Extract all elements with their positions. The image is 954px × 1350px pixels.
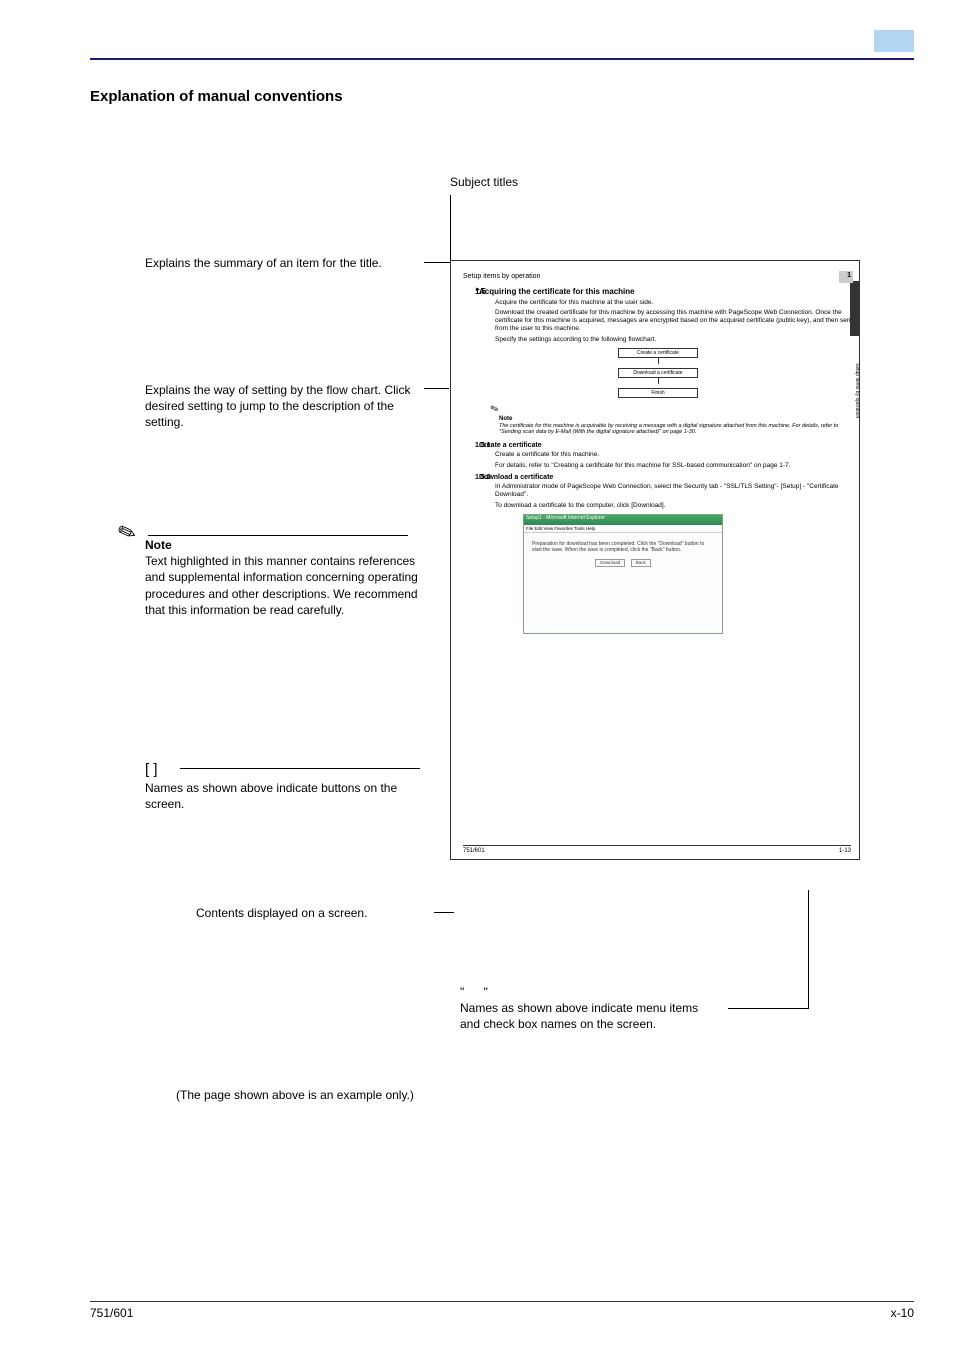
callout-note-block: Note Text highlighted in this manner con… bbox=[145, 525, 425, 618]
sample-note-label: Note bbox=[499, 416, 853, 423]
sample-sub2-body1: In Administrator mode of PageScope Web C… bbox=[495, 483, 853, 499]
sample-page: Setup items by operation Setup items by … bbox=[450, 260, 860, 860]
note-body: Text highlighted in this manner contains… bbox=[145, 553, 425, 618]
page-footer-left: 751/601 bbox=[90, 1306, 133, 1320]
screenshot-titlebar: Setup1 - Microsoft Internet Explorer bbox=[524, 515, 722, 525]
sample-intro-2: Download the created certificate for thi… bbox=[495, 309, 853, 332]
page-footer: 751/601 x-10 bbox=[90, 1301, 914, 1320]
sample-sub1-body1: Create a certificate for this machine. bbox=[495, 451, 853, 459]
sample-sub2-num: 1.5.2 bbox=[475, 474, 491, 482]
sample-intro-3: Specify the settings according to the fo… bbox=[495, 336, 853, 344]
sample-footer-right: 1-13 bbox=[839, 848, 851, 855]
top-divider bbox=[90, 58, 914, 60]
callout-contents-block: Contents displayed on a screen. bbox=[196, 905, 476, 921]
pencil-icon: ✎ bbox=[114, 518, 140, 549]
callout-line-names-v bbox=[808, 890, 809, 1009]
callout-subject-titles: Subject titles bbox=[450, 175, 518, 189]
callout-explains-flow: Explains the way of setting by the flow … bbox=[145, 382, 425, 431]
flow-step-3: Finish bbox=[618, 388, 698, 398]
quotes-symbol: " " bbox=[460, 985, 496, 999]
sample-sub1-title: Create a certificate bbox=[479, 442, 853, 450]
callout-line-brackets bbox=[180, 768, 420, 769]
flow-step-2: Download a certificate bbox=[618, 368, 698, 378]
flow-line-1 bbox=[658, 358, 659, 364]
sample-intro-1: Acquire the certificate for this machine… bbox=[495, 299, 853, 307]
callout-line-names-h bbox=[728, 1008, 808, 1009]
flow-step-1: Create a certificate bbox=[618, 348, 698, 358]
pencil-icon-mini: ✎ bbox=[489, 403, 501, 417]
back-button[interactable]: Back bbox=[631, 559, 651, 566]
sample-header-num: 1 bbox=[839, 271, 853, 283]
page-footer-right: x-10 bbox=[891, 1306, 914, 1320]
section-title: Explanation of manual conventions bbox=[90, 88, 343, 105]
sample-screenshot: Setup1 - Microsoft Internet Explorer Fil… bbox=[523, 514, 723, 634]
sample-footer-left: 751/601 bbox=[463, 848, 485, 855]
flow-line-2 bbox=[658, 378, 659, 384]
sample-sub1-body2: For details, refer to "Creating a certif… bbox=[495, 462, 853, 470]
brackets-body: Names as shown above indicate buttons on… bbox=[145, 780, 425, 812]
callout-line-2 bbox=[424, 388, 449, 389]
sample-sub2-title: Download a certificate bbox=[479, 474, 853, 482]
top-accent-block bbox=[874, 30, 914, 52]
download-button[interactable]: Download bbox=[595, 559, 625, 566]
callout-names-block: Names as shown above indicate menu items… bbox=[460, 1000, 720, 1032]
sample-sec-title: Acquiring the certificate for this machi… bbox=[479, 287, 853, 297]
callout-line-contents bbox=[434, 912, 454, 913]
sample-sub1-num: 1.5.1 bbox=[475, 442, 491, 450]
example-note: (The page shown above is an example only… bbox=[176, 1088, 414, 1102]
side-tab-text: Setup items by operation bbox=[850, 336, 860, 446]
brackets-symbol: [ ] bbox=[145, 760, 425, 780]
sample-sec-num: 1.5 bbox=[475, 287, 486, 297]
callout-line-subject bbox=[450, 195, 451, 260]
callout-explains-summary: Explains the summary of an item for the … bbox=[145, 255, 425, 271]
sample-header-left: Setup items by operation bbox=[463, 273, 540, 281]
document-page: Explanation of manual conventions Subjec… bbox=[0, 0, 954, 1350]
screenshot-menubar: File Edit View Favorites Tools Help bbox=[524, 525, 722, 533]
note-label: Note bbox=[145, 537, 425, 553]
screenshot-message: Preparation for download has been comple… bbox=[532, 541, 714, 553]
sample-note-text: The certificate for this machine is acqu… bbox=[499, 423, 853, 436]
sample-sub2-body2: To download a certificate to the compute… bbox=[495, 502, 853, 510]
